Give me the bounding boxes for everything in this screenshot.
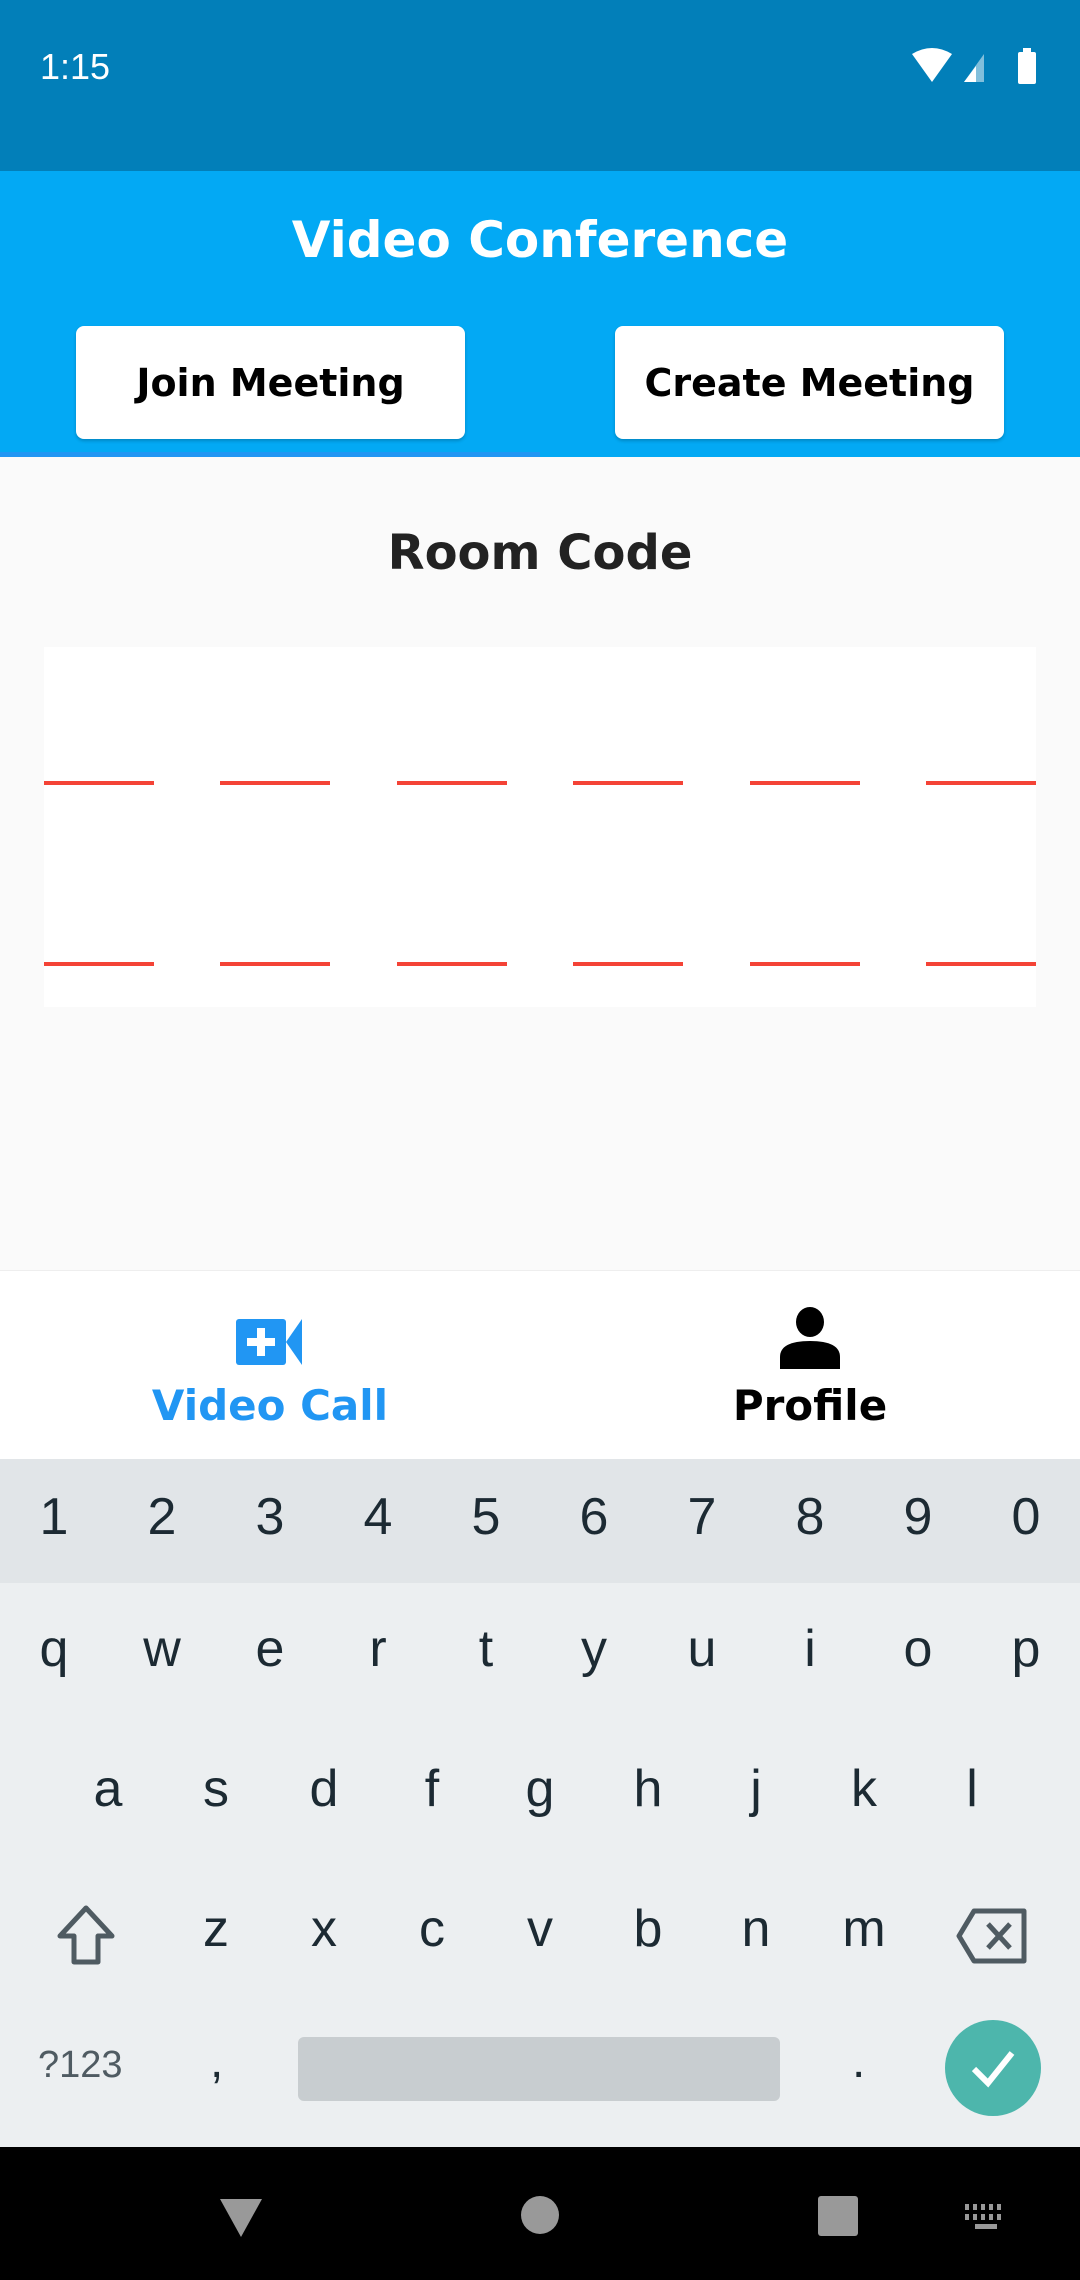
code-slot: [573, 962, 683, 966]
code-slot: [397, 781, 507, 785]
app-title: Video Conference: [291, 211, 789, 269]
key-n[interactable]: n: [702, 1899, 810, 1959]
key-f[interactable]: f: [378, 1759, 486, 1819]
key-d[interactable]: d: [270, 1759, 378, 1819]
key-a[interactable]: a: [54, 1759, 162, 1819]
back-icon[interactable]: [218, 2197, 264, 2239]
key-e[interactable]: e: [216, 1619, 324, 1679]
backspace-key[interactable]: [956, 1907, 1030, 1965]
key-s[interactable]: s: [162, 1759, 270, 1819]
code-slot: [397, 962, 507, 966]
key-l[interactable]: l: [918, 1759, 1026, 1819]
status-bar: 1:15: [0, 0, 1080, 171]
key-t[interactable]: t: [432, 1619, 540, 1679]
comma-key[interactable]: ,: [210, 2034, 223, 2089]
code-slot: [926, 962, 1036, 966]
code-slot: [44, 962, 154, 966]
space-key[interactable]: [298, 2037, 780, 2101]
key-x[interactable]: x: [270, 1899, 378, 1959]
key-4[interactable]: 4: [324, 1487, 432, 1547]
key-z[interactable]: z: [162, 1899, 270, 1959]
person-icon: [780, 1307, 840, 1369]
key-9[interactable]: 9: [864, 1487, 972, 1547]
clock: 1:15: [40, 46, 111, 87]
status-icons: [912, 48, 1036, 84]
key-3[interactable]: 3: [216, 1487, 324, 1547]
video-call-add-icon: [236, 1319, 302, 1365]
nav-profile[interactable]: Profile: [540, 1271, 1080, 1460]
key-m[interactable]: m: [810, 1899, 918, 1959]
bottom-navigation: Video Call Profile: [0, 1270, 1080, 1459]
key-v[interactable]: v: [486, 1899, 594, 1959]
number-row: 1234567890: [0, 1459, 1080, 1583]
key-2[interactable]: 2: [108, 1487, 216, 1547]
key-6[interactable]: 6: [540, 1487, 648, 1547]
key-w[interactable]: w: [108, 1619, 216, 1679]
key-y[interactable]: y: [540, 1619, 648, 1679]
app-header: Video Conference Join Meeting Create Mee…: [0, 171, 1080, 457]
key-u[interactable]: u: [648, 1619, 756, 1679]
key-j[interactable]: j: [702, 1759, 810, 1819]
key-8[interactable]: 8: [756, 1487, 864, 1547]
wifi-icon: [912, 48, 952, 82]
key-h[interactable]: h: [594, 1759, 702, 1819]
key-g[interactable]: g: [486, 1759, 594, 1819]
code-slot: [220, 962, 330, 966]
system-nav-bar: [0, 2147, 1080, 2280]
symbols-key[interactable]: ?123: [38, 2044, 123, 2087]
code-slot: [44, 781, 154, 785]
enter-key[interactable]: [944, 2019, 1042, 2117]
battery-icon: [1018, 52, 1036, 84]
key-k[interactable]: k: [810, 1759, 918, 1819]
key-5[interactable]: 5: [432, 1487, 540, 1547]
code-slot: [750, 962, 860, 966]
code-slot: [573, 781, 683, 785]
key-r[interactable]: r: [324, 1619, 432, 1679]
active-tab-indicator: [0, 452, 540, 457]
room-code-title: Room Code: [387, 525, 693, 581]
code-slot: [750, 781, 860, 785]
recents-icon[interactable]: [817, 2195, 859, 2237]
key-b[interactable]: b: [594, 1899, 702, 1959]
nav-video-call[interactable]: Video Call: [0, 1271, 540, 1460]
key-p[interactable]: p: [972, 1619, 1080, 1679]
home-icon[interactable]: [520, 2195, 560, 2235]
keyboard: 1234567890 qwertyuiop asdfghjkl zxcvbnm …: [0, 1459, 1080, 2147]
key-o[interactable]: o: [864, 1619, 972, 1679]
code-slot: [220, 781, 330, 785]
join-meeting-button[interactable]: Join Meeting: [76, 326, 465, 439]
key-c[interactable]: c: [378, 1899, 486, 1959]
period-key[interactable]: .: [852, 2034, 865, 2089]
key-q[interactable]: q: [0, 1619, 108, 1679]
key-0[interactable]: 0: [972, 1487, 1080, 1547]
code-slot: [926, 781, 1036, 785]
keyboard-switch-icon[interactable]: [965, 2204, 1009, 2230]
shift-key[interactable]: [54, 1904, 118, 1968]
create-meeting-button[interactable]: Create Meeting: [615, 326, 1004, 439]
key-1[interactable]: 1: [0, 1487, 108, 1547]
nav-label: Video Call: [151, 1381, 389, 1430]
key-i[interactable]: i: [756, 1619, 864, 1679]
room-code-input[interactable]: [44, 647, 1036, 1007]
key-7[interactable]: 7: [648, 1487, 756, 1547]
nav-label: Profile: [732, 1381, 888, 1430]
